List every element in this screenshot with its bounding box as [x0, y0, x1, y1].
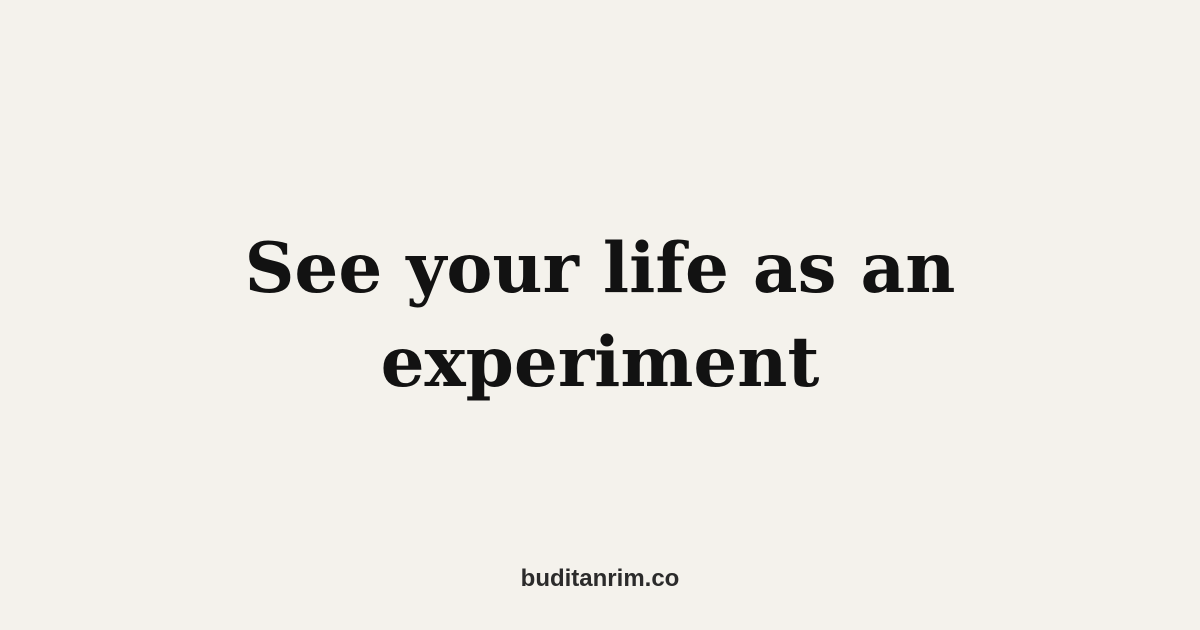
headline-line-2: experiment	[380, 322, 820, 403]
headline: See your life as an experiment	[0, 222, 1200, 410]
headline-line-1: See your life as an	[244, 228, 956, 309]
social-card: See your life as an experiment buditanri…	[0, 0, 1200, 630]
site-url: buditanrim.co	[520, 565, 680, 592]
